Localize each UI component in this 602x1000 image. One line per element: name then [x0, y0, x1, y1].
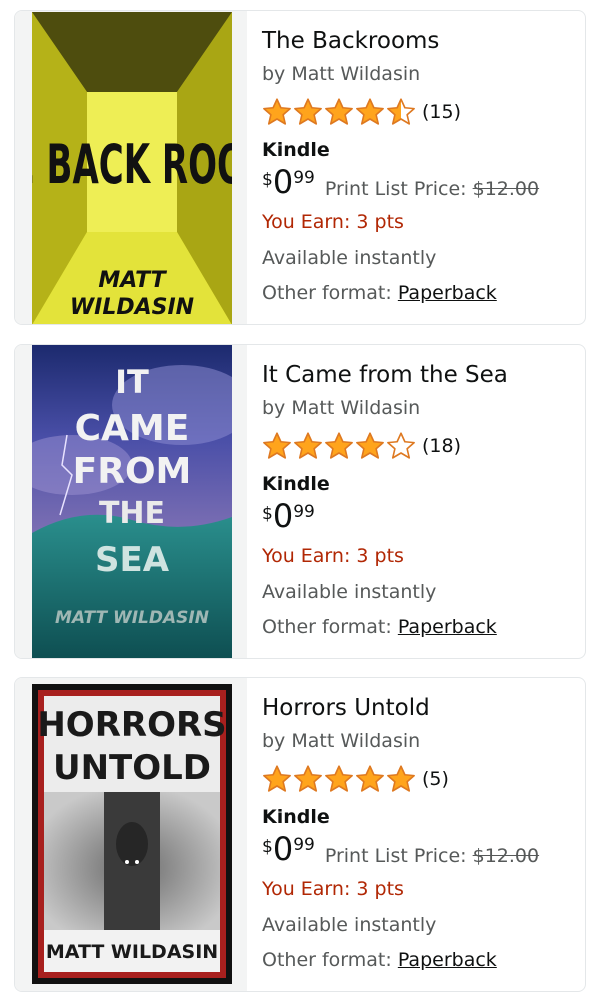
list-price-label: Print List Price: — [324, 178, 467, 200]
star-full-icon — [324, 431, 354, 461]
paperback-link[interactable]: Paperback — [398, 616, 497, 638]
list-price: Print List Price: $12.00 — [325, 845, 539, 867]
availability: Available instantly — [262, 914, 437, 936]
cover-title-line3: FROM — [73, 451, 192, 492]
star-full-icon — [293, 764, 323, 794]
book-card[interactable]: THE BACK ROOMS MATT WILDASIN The Backroo… — [14, 10, 586, 325]
cover-title-line4: THE — [99, 496, 165, 531]
book-title[interactable]: It Came from the Sea — [262, 362, 508, 388]
format-label: Kindle — [262, 806, 330, 828]
star-full-icon — [324, 764, 354, 794]
earn-points: You Earn: 3 pts — [262, 211, 404, 233]
cover-title-line5: SEA — [95, 540, 170, 580]
other-format: Other format: Paperback — [262, 949, 497, 971]
book-card[interactable]: HORRORS UNTOLD MATT WILDASIN Horrors Unt… — [14, 677, 586, 992]
rating-stars[interactable] — [262, 97, 417, 127]
cover-author: MATT WILDASIN — [46, 941, 218, 963]
rating-stars[interactable] — [262, 764, 417, 794]
paperback-link[interactable]: Paperback — [398, 949, 497, 971]
star-full-icon — [262, 764, 292, 794]
price: $ 0 99 — [262, 163, 315, 201]
star-full-icon — [355, 764, 385, 794]
book-cover-image[interactable]: THE BACK ROOMS MATT WILDASIN — [32, 12, 232, 324]
other-format-label: Other format: — [262, 949, 392, 971]
cover-title-text: THE BACK ROOMS — [32, 133, 232, 197]
price-whole: 0 — [272, 830, 294, 868]
price-fraction: 99 — [293, 835, 315, 855]
earn-points: You Earn: 3 pts — [262, 878, 404, 900]
rating[interactable]: (15) — [262, 95, 461, 129]
price-symbol: $ — [262, 837, 273, 857]
star-full-icon — [262, 97, 292, 127]
other-format-label: Other format: — [262, 282, 392, 304]
rating-count[interactable]: (18) — [422, 435, 461, 457]
star-full-icon — [355, 97, 385, 127]
price: $ 0 99 — [262, 830, 315, 868]
book-cover-image[interactable]: IT CAME FROM THE SEA MATT WILDASIN — [32, 345, 232, 658]
cover-title-line1: HORRORS — [37, 705, 226, 745]
book-author[interactable]: by Matt Wildasin — [262, 63, 420, 85]
star-full-icon — [355, 431, 385, 461]
rating[interactable]: (18) — [262, 429, 461, 463]
book-title[interactable]: The Backrooms — [262, 28, 439, 54]
book-cover-image[interactable]: HORRORS UNTOLD MATT WILDASIN — [32, 684, 232, 984]
availability: Available instantly — [262, 247, 437, 269]
book-author[interactable]: by Matt Wildasin — [262, 397, 420, 419]
cover-frame: HORRORS UNTOLD MATT WILDASIN — [15, 678, 247, 991]
cover-frame: IT CAME FROM THE SEA MATT WILDASIN — [15, 345, 247, 658]
rating[interactable]: (5) — [262, 762, 449, 796]
price-symbol: $ — [262, 170, 273, 190]
earn-points: You Earn: 3 pts — [262, 545, 404, 567]
price-row: $ 0 99 Print List Price: $12.00 — [262, 830, 539, 868]
rating-count[interactable]: (15) — [422, 101, 461, 123]
price-fraction: 99 — [293, 502, 315, 522]
star-full-icon — [386, 764, 416, 794]
other-format-label: Other format: — [262, 616, 392, 638]
cover-title-line1: IT — [115, 363, 149, 401]
cover-author-last: WILDASIN — [70, 295, 194, 320]
cover-author: MATT WILDASIN — [55, 608, 209, 628]
book-title[interactable]: Horrors Untold — [262, 695, 430, 721]
format-label: Kindle — [262, 139, 330, 161]
star-half-icon — [386, 97, 416, 127]
price-whole: 0 — [272, 163, 294, 201]
star-full-icon — [293, 431, 323, 461]
list-price-label: Print List Price: — [324, 845, 467, 867]
other-format: Other format: Paperback — [262, 282, 497, 304]
price-fraction: 99 — [293, 168, 315, 188]
list-price: Print List Price: $12.00 — [325, 178, 539, 200]
book-author[interactable]: by Matt Wildasin — [262, 730, 420, 752]
other-format: Other format: Paperback — [262, 616, 497, 638]
price: $ 0 99 — [262, 497, 315, 535]
cover-frame: THE BACK ROOMS MATT WILDASIN — [15, 11, 247, 324]
availability: Available instantly — [262, 581, 437, 603]
cover-title-line2: CAME — [75, 408, 190, 449]
cover-title-line2: UNTOLD — [53, 748, 211, 788]
price-row: $ 0 99 Print List Price: $12.00 — [262, 163, 539, 201]
price-whole: 0 — [272, 497, 294, 535]
star-full-icon — [324, 97, 354, 127]
star-full-icon — [293, 97, 323, 127]
book-card[interactable]: IT CAME FROM THE SEA MATT WILDASIN It Ca… — [14, 344, 586, 659]
list-price-value: $12.00 — [472, 178, 540, 200]
price-row: $ 0 99 — [262, 497, 315, 535]
star-empty-icon — [386, 431, 416, 461]
star-full-icon — [262, 431, 292, 461]
paperback-link[interactable]: Paperback — [398, 282, 497, 304]
cover-author-first: MATT — [98, 268, 167, 293]
list-price-value: $12.00 — [472, 845, 540, 867]
format-label: Kindle — [262, 473, 330, 495]
price-symbol: $ — [262, 504, 273, 524]
rating-count[interactable]: (5) — [422, 768, 449, 790]
rating-stars[interactable] — [262, 431, 417, 461]
